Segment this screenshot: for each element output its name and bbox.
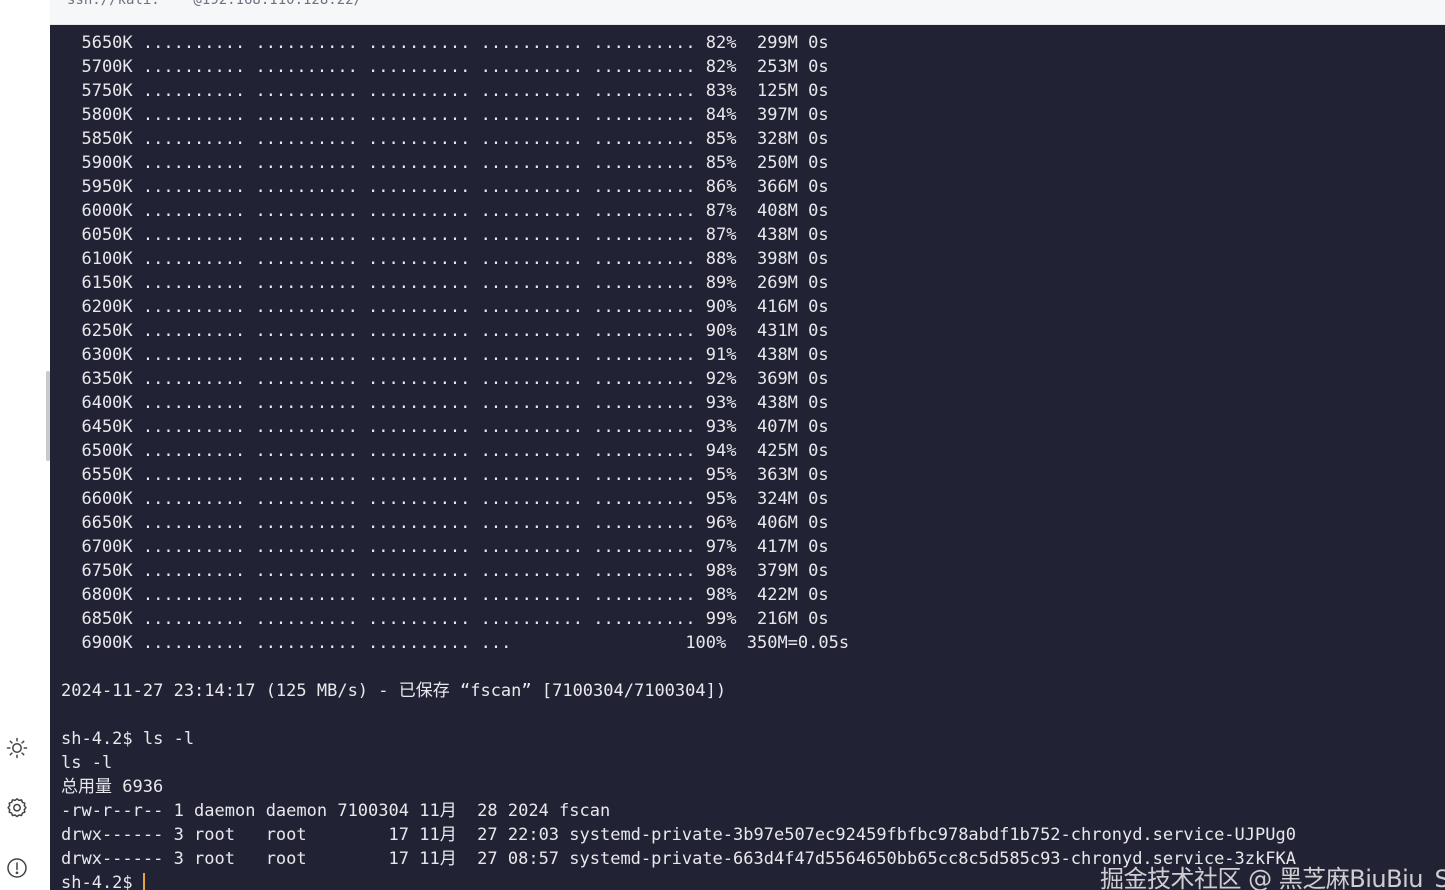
terminal-line: 6600K .......... .......... .......... .… [61,489,829,509]
left-sidebar [0,0,50,890]
terminal-line: 6250K .......... .......... .......... .… [61,321,829,341]
terminal-line: 6700K .......... .......... .......... .… [61,537,829,557]
terminal-line: 6650K .......... .......... .......... .… [61,513,829,533]
terminal-line: 6550K .......... .......... .......... .… [61,465,829,485]
terminal-output[interactable]: 5650K .......... .......... .......... .… [50,25,1445,890]
terminal-line: 总用量 6936 [61,777,164,797]
terminal-line: 2024-11-27 23:14:17 (125 MB/s) - 已保存 “fs… [61,681,727,701]
terminal-line: 5800K .......... .......... .......... .… [61,105,829,125]
watermark: 掘金技术社区 @ 黑芝麻BiuBiu_S [1100,865,1445,890]
terminal-line: 6450K .......... .......... .......... .… [61,417,829,437]
terminal-line: 6150K .......... .......... .......... .… [61,273,829,293]
sun-icon[interactable] [5,736,29,760]
terminal-line: 6500K .......... .......... .......... .… [61,441,829,461]
text-cursor [142,873,145,890]
terminal-line: 5700K .......... .......... .......... .… [61,57,829,77]
terminal-line: sh-4.2$ ls -l [61,729,195,749]
connection-address: ssh://kali:****@192.168.110.128:22/ [67,0,363,8]
terminal-line: 5950K .......... .......... .......... .… [61,177,829,197]
terminal-line: 6800K .......... .......... .......... .… [61,585,829,605]
gear-icon[interactable] [5,796,29,820]
terminal-line: 6350K .......... .......... .......... .… [61,369,829,389]
terminal-line: 6850K .......... .......... .......... .… [61,609,829,629]
terminal-line: 6000K .......... .......... .......... .… [61,201,829,221]
terminal-lines: 5650K .......... .......... .......... .… [61,31,1296,890]
terminal-line: 5900K .......... .......... .......... .… [61,153,829,173]
shell-prompt: sh-4.2$ [61,873,143,890]
terminal-line: 5650K .......... .......... .......... .… [61,33,829,53]
terminal-line: 6900K .......... .......... .......... .… [61,633,850,653]
terminal-line: 6200K .......... .......... .......... .… [61,297,829,317]
terminal-line: 6050K .......... .......... .......... .… [61,225,829,245]
terminal-line: 6400K .......... .......... .......... .… [61,393,829,413]
terminal-line: 6300K .......... .......... .......... .… [61,345,829,365]
terminal-line: -rw-r--r-- 1 daemon daemon 7100304 11月 2… [61,801,611,821]
terminal-line: 6750K .......... .......... .......... .… [61,561,829,581]
terminal-line: 5850K .......... .......... .......... .… [61,129,829,149]
terminal-line: drwx------ 3 root root 17 11月 27 22:03 s… [61,825,1296,845]
terminal-line: ls -l [61,753,113,773]
terminal-line: 5750K .......... .......... .......... .… [61,81,829,101]
connection-address-bar[interactable]: ssh://kali:****@192.168.110.128:22/ [50,0,1445,25]
terminal-line: 6100K .......... .......... .......... .… [61,249,829,269]
info-icon[interactable] [5,856,29,880]
